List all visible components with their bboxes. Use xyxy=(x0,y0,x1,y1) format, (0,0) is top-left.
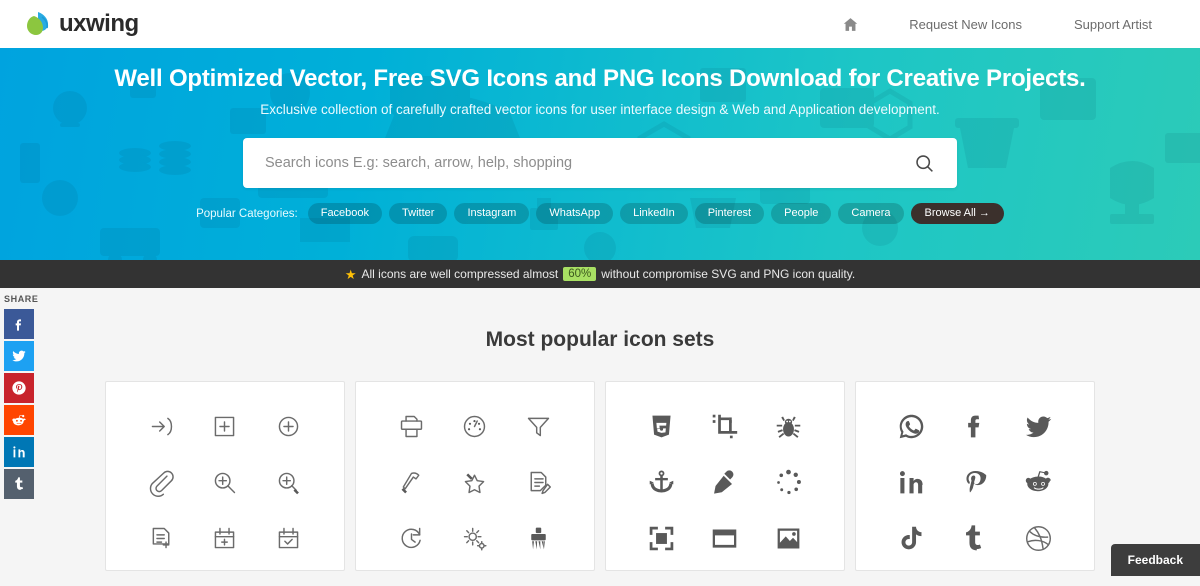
category-pill-instagram[interactable]: Instagram xyxy=(454,203,530,224)
home-icon xyxy=(843,17,858,31)
facebook-icon[interactable] xyxy=(943,398,1006,454)
section-title: Most popular icon sets xyxy=(485,328,715,351)
twitter-icon[interactable] xyxy=(1007,398,1070,454)
search-bar[interactable] xyxy=(243,138,957,188)
magic-wand-icon[interactable] xyxy=(443,454,506,510)
hammer-icon[interactable] xyxy=(380,454,443,510)
dribbble-icon[interactable] xyxy=(1007,510,1070,566)
paperclip-icon[interactable] xyxy=(130,454,193,510)
icon-set-card-tool-icons[interactable] xyxy=(355,381,595,571)
feedback-button[interactable]: Feedback xyxy=(1110,544,1200,576)
category-pill-camera[interactable]: Camera xyxy=(838,203,904,224)
linkedin-icon xyxy=(13,446,25,458)
twitter-icon xyxy=(12,350,26,362)
hero-banner: Well Optimized Vector, Free SVG Icons an… xyxy=(0,48,1200,260)
browser-window-icon[interactable] xyxy=(693,510,756,566)
bug-icon[interactable] xyxy=(757,398,820,454)
browse-all-button[interactable]: Browse All → xyxy=(910,203,1004,224)
category-pill-facebook[interactable]: Facebook xyxy=(307,203,383,224)
loading-spinner-icon[interactable] xyxy=(757,454,820,510)
reddit-icon xyxy=(12,414,26,426)
category-pill-people[interactable]: People xyxy=(771,203,832,224)
eyedropper-icon[interactable] xyxy=(693,454,756,510)
notice-text-before: All icons are well compressed almost xyxy=(361,267,559,281)
popular-categories: Popular Categories: Facebook Twitter Ins… xyxy=(0,203,1200,224)
share-button-linkedin[interactable] xyxy=(4,437,34,467)
tumblr-icon[interactable] xyxy=(943,510,1006,566)
category-pill-linkedin[interactable]: LinkedIn xyxy=(620,203,688,224)
edit-document-icon[interactable] xyxy=(507,454,570,510)
zoom-in-alt-icon[interactable] xyxy=(257,454,320,510)
logo[interactable]: uxwing xyxy=(22,10,139,38)
share-button-pinterest[interactable] xyxy=(4,373,34,403)
printer-icon[interactable] xyxy=(380,398,443,454)
compression-notice-bar: ★ All icons are well compressed almost 6… xyxy=(0,260,1200,288)
search-icon xyxy=(916,154,933,172)
refresh-clock-icon[interactable] xyxy=(380,510,443,566)
uxwing-logo-icon xyxy=(27,12,49,35)
search-button[interactable] xyxy=(912,153,937,174)
compression-badge: 60% xyxy=(563,267,597,281)
brand-name: uxwing xyxy=(59,10,139,37)
funnel-filter-icon[interactable] xyxy=(507,398,570,454)
whatsapp-icon[interactable] xyxy=(880,398,943,454)
settings-gears-icon[interactable] xyxy=(443,510,506,566)
site-header: uxwing Request New Icons Support Artist xyxy=(0,0,1200,48)
facebook-icon xyxy=(15,319,21,331)
share-button-tumblr[interactable] xyxy=(4,469,34,499)
nav-item-support-artist[interactable]: Support Artist xyxy=(1048,17,1178,32)
icon-set-card-line-icons[interactable] xyxy=(105,381,345,571)
brush-icon[interactable] xyxy=(507,510,570,566)
main-nav: Request New Icons Support Artist xyxy=(818,16,1178,33)
tumblr-icon xyxy=(15,477,23,490)
nav-item-home[interactable] xyxy=(818,16,883,33)
image-icon[interactable] xyxy=(757,510,820,566)
gauge-icon[interactable] xyxy=(443,398,506,454)
calendar-add-icon[interactable] xyxy=(193,510,256,566)
zoom-in-icon[interactable] xyxy=(193,454,256,510)
icon-set-card-solid-icons[interactable] xyxy=(605,381,845,571)
reddit-icon[interactable] xyxy=(1007,454,1070,510)
search-input[interactable] xyxy=(265,155,912,171)
crop-icon[interactable] xyxy=(693,398,756,454)
notice-text-after: without compromise SVG and PNG icon qual… xyxy=(601,267,856,281)
fullscreen-icon[interactable] xyxy=(630,510,693,566)
icon-set-card-social-icons[interactable] xyxy=(855,381,1095,571)
category-pill-pinterest[interactable]: Pinterest xyxy=(694,203,765,224)
hero-title: Well Optimized Vector, Free SVG Icons an… xyxy=(114,65,1086,92)
share-rail: SHARE xyxy=(4,294,39,501)
calendar-check-icon[interactable] xyxy=(257,510,320,566)
add-circle-icon[interactable] xyxy=(257,398,320,454)
nav-item-request-new-icons[interactable]: Request New Icons xyxy=(883,17,1048,32)
linkedin-icon[interactable] xyxy=(880,454,943,510)
category-pill-twitter[interactable]: Twitter xyxy=(389,203,448,224)
add-square-icon[interactable] xyxy=(193,398,256,454)
star-icon: ★ xyxy=(344,266,357,282)
share-button-twitter[interactable] xyxy=(4,341,34,371)
icon-sets-grid xyxy=(0,381,1200,571)
tiktok-icon[interactable] xyxy=(880,510,943,566)
pinterest-icon xyxy=(12,381,26,395)
share-button-reddit[interactable] xyxy=(4,405,34,435)
popular-categories-label: Popular Categories: xyxy=(196,207,298,220)
share-button-facebook[interactable] xyxy=(4,309,34,339)
share-label: SHARE xyxy=(4,294,39,304)
document-add-icon[interactable] xyxy=(130,510,193,566)
html5-icon[interactable] xyxy=(630,398,693,454)
main-content: SHARE Most popular icon sets Feedback xyxy=(0,288,1200,576)
anchor-icon[interactable] xyxy=(630,454,693,510)
hero-subtitle: Exclusive collection of carefully crafte… xyxy=(260,102,940,117)
login-arrow-icon[interactable] xyxy=(130,398,193,454)
pinterest-icon[interactable] xyxy=(943,454,1006,510)
category-pill-whatsapp[interactable]: WhatsApp xyxy=(536,203,614,224)
